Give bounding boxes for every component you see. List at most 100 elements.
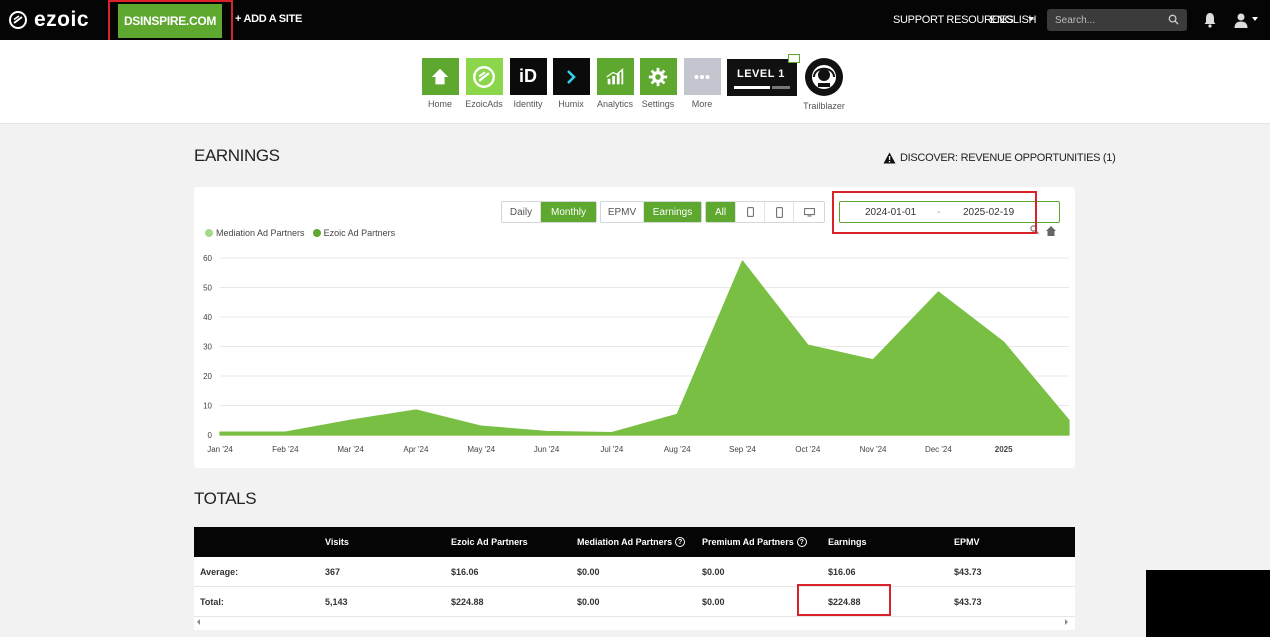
humix-icon: [552, 58, 590, 95]
ezoic-logo[interactable]: ezoic: [8, 9, 89, 31]
bell-icon[interactable]: [1203, 12, 1217, 28]
reset-home-icon[interactable]: [1045, 225, 1057, 237]
x-tick-label: Mar '24: [337, 445, 364, 454]
table-cell: $16.06: [451, 567, 479, 577]
column-header-mediation[interactable]: Mediation Ad Partners?: [577, 537, 686, 547]
period-toggle: Daily Monthly: [501, 201, 597, 223]
trailblazer-icon[interactable]: [805, 58, 843, 96]
table-cell: $43.73: [954, 567, 982, 577]
tablet-button[interactable]: [736, 202, 765, 222]
app-ezoicads[interactable]: EzoicAds: [459, 58, 509, 109]
column-header-premium[interactable]: Premium Ad Partners?: [702, 537, 807, 547]
y-tick-label: 10: [203, 402, 212, 411]
level-badge[interactable]: LEVEL 1: [727, 59, 797, 96]
app-home[interactable]: Home: [415, 58, 465, 109]
site-tab-dsinspire[interactable]: DSINSPIRE.COM: [118, 4, 222, 38]
x-tick-label: May '24: [467, 445, 495, 454]
daily-button[interactable]: Daily: [502, 202, 541, 222]
device-toggle: All: [705, 201, 825, 223]
legend-label: Mediation Ad Partners: [216, 228, 305, 238]
discover-label: DISCOVER: REVENUE OPPORTUNITIES (1): [900, 152, 1116, 164]
column-header[interactable]: Visits: [325, 537, 349, 547]
table-cell: $224.88: [451, 597, 484, 607]
all-devices-button[interactable]: All: [706, 202, 736, 222]
date-end: 2025-02-19: [963, 207, 1015, 218]
date-separator: -: [937, 207, 941, 218]
help-icon[interactable]: ?: [675, 537, 686, 547]
earnings-heading: EARNINGS: [194, 146, 280, 165]
legend-dot: [312, 229, 321, 237]
x-tick-label: Apr '24: [403, 445, 429, 454]
mail-icon[interactable]: [788, 54, 800, 63]
level-text: LEVEL 1: [737, 68, 785, 80]
totals-table: Visits Ezoic Ad Partners Mediation Ad Pa…: [194, 527, 1075, 630]
app-label: Settings: [641, 99, 675, 109]
scroll-left-icon[interactable]: [197, 619, 200, 625]
app-settings[interactable]: Settings: [633, 58, 683, 109]
identity-icon: iD: [509, 58, 547, 95]
table-cell: $0.00: [702, 597, 725, 607]
y-tick-label: 30: [203, 343, 212, 352]
app-label: EzoicAds: [465, 99, 503, 109]
date-start: 2024-01-01: [865, 207, 917, 218]
add-site-link[interactable]: + ADD A SITE: [235, 13, 302, 25]
column-header-label: Mediation Ad Partners: [577, 537, 673, 547]
table-cell: $0.00: [702, 567, 725, 577]
ezoic-logo-icon: [9, 11, 27, 29]
horizontal-scrollbar[interactable]: [194, 617, 1075, 627]
app-launcher-bar: Home EzoicAds iD Identity Humix Analytic…: [0, 40, 1270, 124]
more-icon: [683, 58, 721, 95]
column-header-label: Premium Ad Partners: [702, 537, 794, 547]
search-input[interactable]: [1055, 9, 1165, 31]
scroll-right-icon[interactable]: [1065, 619, 1068, 625]
tablet-icon: [746, 207, 754, 217]
x-tick-label: Jul '24: [600, 445, 623, 454]
house-icon: [421, 58, 459, 95]
trailblazer-label: Trailblazer: [803, 101, 845, 111]
table-cell: $43.73: [954, 597, 982, 607]
column-header[interactable]: EPMV: [954, 537, 980, 547]
table-cell: $0.00: [577, 567, 600, 577]
x-tick-label: Nov '24: [860, 445, 887, 454]
zoom-icon[interactable]: [1030, 225, 1039, 234]
column-header[interactable]: Earnings: [828, 537, 867, 547]
user-icon[interactable]: [1233, 12, 1249, 28]
mobile-icon: [775, 206, 783, 218]
table-cell: $224.88: [828, 597, 861, 607]
help-icon[interactable]: ?: [796, 537, 807, 547]
chart-legend: Mediation Ad Partners Ezoic Ad Partners: [205, 228, 403, 238]
desktop-icon: [803, 207, 815, 216]
level-progress-rest: [772, 86, 790, 89]
app-label: More: [691, 99, 713, 109]
y-tick-label: 0: [208, 431, 213, 440]
y-axis: 0 10 20 30 40 50 60: [203, 254, 212, 440]
discover-revenue-link[interactable]: DISCOVER: REVENUE OPPORTUNITIES (1): [883, 152, 1116, 164]
table-cell: 5,143: [325, 597, 348, 607]
y-tick-label: 20: [203, 372, 212, 381]
column-header[interactable]: Ezoic Ad Partners: [451, 537, 528, 547]
mobile-button[interactable]: [765, 202, 794, 222]
earnings-area-chart[interactable]: 0 10 20 30 40 50 60 Jan '24 Feb '24 Mar '24 Apr '…: [194, 249, 1075, 464]
search-box[interactable]: [1047, 9, 1187, 31]
table-cell: 367: [325, 567, 341, 577]
desktop-button[interactable]: [794, 202, 824, 222]
search-icon[interactable]: [1168, 14, 1179, 25]
legend-item-ezoic[interactable]: Ezoic Ad Partners: [312, 228, 395, 238]
date-range-input[interactable]: 2024-01-01 - 2025-02-19: [839, 201, 1060, 223]
epmv-button[interactable]: EPMV: [601, 202, 644, 222]
gear-icon: [639, 58, 677, 95]
earnings-button[interactable]: Earnings: [644, 202, 701, 222]
table-row: Average: 367 $16.06 $0.00 $0.00 $16.06 $…: [194, 557, 1075, 587]
app-humix[interactable]: Humix: [546, 58, 596, 109]
y-tick-label: 60: [203, 254, 212, 263]
y-tick-label: 50: [203, 284, 212, 293]
x-tick-label: 2025: [995, 445, 1013, 454]
x-tick-label: Dec '24: [925, 445, 952, 454]
monthly-button[interactable]: Monthly: [541, 202, 596, 222]
black-overlay: [1146, 570, 1270, 637]
app-more[interactable]: More: [677, 58, 727, 109]
row-label: Total:: [200, 597, 224, 607]
app-label: Humix: [558, 99, 584, 109]
warning-icon: [883, 152, 896, 164]
legend-item-mediation[interactable]: Mediation Ad Partners: [205, 228, 305, 238]
